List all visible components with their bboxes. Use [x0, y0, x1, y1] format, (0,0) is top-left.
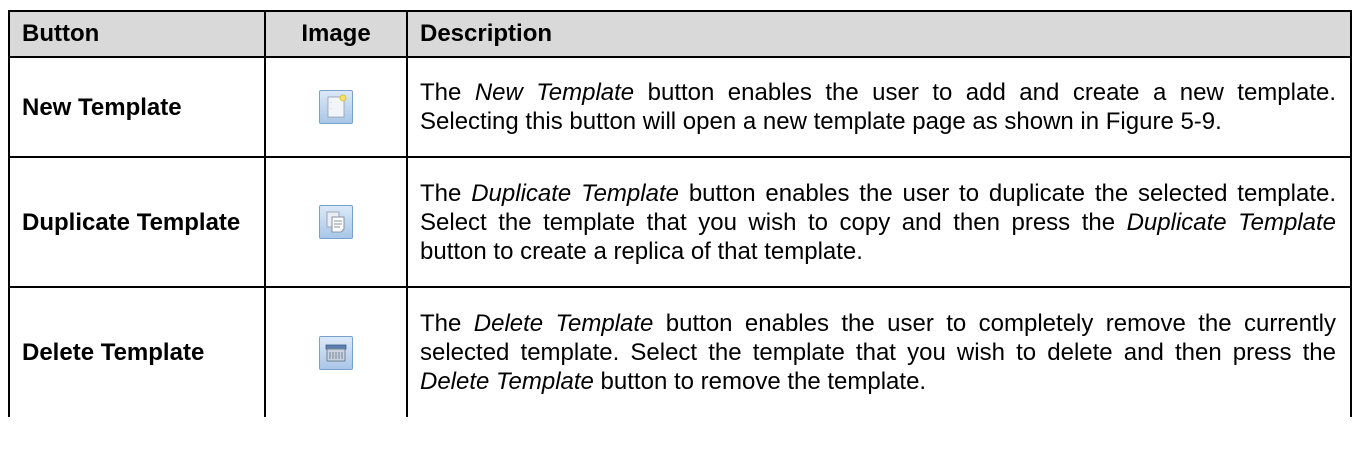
header-description: Description — [406, 10, 1352, 58]
row-description: The Duplicate Template button enables th… — [406, 156, 1352, 288]
description-text: button to remove the template. — [593, 368, 927, 395]
row-button-name: Delete Template — [8, 286, 266, 417]
row-button-name: Duplicate Template — [8, 156, 266, 288]
description-emphasis: Duplicate Template — [1126, 208, 1337, 236]
delete-template-icon — [319, 335, 353, 370]
row-image-cell — [264, 56, 408, 158]
description-emphasis: Delete Template — [420, 368, 594, 395]
table-row: Delete Template The Delete Template butt… — [8, 286, 1352, 417]
description-emphasis: Duplicate Template — [471, 179, 679, 207]
header-image: Image — [264, 10, 408, 58]
table-row: Duplicate Template The Duplicate Templat… — [8, 156, 1352, 288]
table-header-row: Button Image Description — [8, 10, 1352, 58]
table-row: New Template The New Template button ena… — [8, 56, 1352, 158]
row-description: The Delete Template button enables the u… — [406, 286, 1352, 417]
row-image-cell — [264, 286, 408, 417]
new-template-icon — [319, 90, 353, 124]
row-button-name: New Template — [8, 56, 266, 158]
description-text: The — [420, 79, 475, 106]
row-image-cell — [264, 156, 408, 288]
description-text: button to create a replica of that templ… — [420, 237, 863, 265]
description-text: The — [420, 179, 472, 207]
description-emphasis: New Template — [474, 79, 635, 106]
description-text: The — [420, 310, 474, 337]
description-emphasis: Delete Template — [473, 310, 654, 337]
button-description-table: Button Image Description New Template Th… — [8, 10, 1352, 417]
header-button: Button — [8, 10, 266, 58]
duplicate-template-icon — [319, 205, 353, 239]
row-description: The New Template button enables the user… — [406, 56, 1352, 158]
